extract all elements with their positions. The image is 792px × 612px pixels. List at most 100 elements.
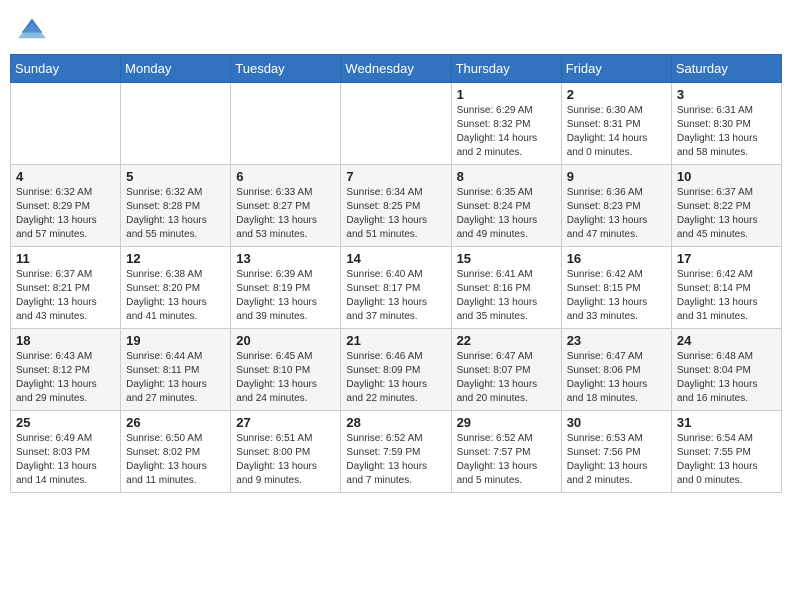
- day-number: 13: [236, 251, 335, 266]
- day-number: 31: [677, 415, 776, 430]
- calendar-week-row: 18 Sunrise: 6:43 AMSunset: 8:12 PMDayligh…: [11, 329, 782, 411]
- day-number: 26: [126, 415, 225, 430]
- calendar-week-row: 4Sunrise: 6:32 AMSunset: 8:29 PMDaylight…: [11, 165, 782, 247]
- day-info: Sunrise: 6:42 AMSunset: 8:14 PMDaylight:…: [677, 268, 776, 324]
- day-of-week-header: Tuesday: [231, 55, 341, 83]
- day-number: 2: [567, 87, 666, 102]
- day-number: 24: [677, 333, 776, 348]
- day-info: Sunrise: 6:49 AMSunset: 8:03 PMDaylight:…: [16, 432, 115, 488]
- day-info: Sunrise: 6:33 AMSunset: 8:27 PMDaylight:…: [236, 186, 335, 242]
- day-number: 25: [16, 415, 115, 430]
- day-info: Sunrise: 6:44 AMSunset: 8:11 PMDaylight:…: [126, 350, 225, 406]
- day-number: 30: [567, 415, 666, 430]
- page-header: [10, 10, 782, 46]
- calendar-cell: 2 Sunrise: 6:30 AMSunset: 8:31 PMDaylight…: [561, 83, 671, 165]
- calendar-header-row: SundayMondayTuesdayWednesdayThursdayFrid…: [11, 55, 782, 83]
- calendar-cell: 10Sunrise: 6:37 AMSunset: 8:22 PMDayligh…: [671, 165, 781, 247]
- calendar-cell: 14Sunrise: 6:40 AMSunset: 8:17 PMDayligh…: [341, 247, 451, 329]
- day-info: Sunrise: 6:43 AMSunset: 8:12 PMDaylight:…: [16, 350, 115, 406]
- day-number: 16: [567, 251, 666, 266]
- calendar-cell: 4Sunrise: 6:32 AMSunset: 8:29 PMDaylight…: [11, 165, 121, 247]
- day-number: 7: [346, 169, 445, 184]
- day-number: 21: [346, 333, 445, 348]
- day-number: 17: [677, 251, 776, 266]
- day-info: Sunrise: 6:46 AMSunset: 8:09 PMDaylight:…: [346, 350, 445, 406]
- day-of-week-header: Sunday: [11, 55, 121, 83]
- day-info: Sunrise: 6:34 AMSunset: 8:25 PMDaylight:…: [346, 186, 445, 242]
- day-info: Sunrise: 6:42 AMSunset: 8:15 PMDaylight:…: [567, 268, 666, 324]
- calendar-cell: 12 Sunrise: 6:38 AMSunset: 8:20 PMDayligh…: [121, 247, 231, 329]
- calendar-cell: 6 Sunrise: 6:33 AMSunset: 8:27 PMDaylight…: [231, 165, 341, 247]
- day-info: Sunrise: 6:53 AMSunset: 7:56 PMDaylight:…: [567, 432, 666, 488]
- day-info: Sunrise: 6:54 AMSunset: 7:55 PMDaylight:…: [677, 432, 776, 488]
- calendar-week-row: 25 Sunrise: 6:49 AMSunset: 8:03 PMDayligh…: [11, 411, 782, 493]
- day-number: 28: [346, 415, 445, 430]
- day-info: Sunrise: 6:45 AMSunset: 8:10 PMDaylight:…: [236, 350, 335, 406]
- calendar-cell: 11 Sunrise: 6:37 AMSunset: 8:21 PMDayligh…: [11, 247, 121, 329]
- calendar-cell: [11, 83, 121, 165]
- day-number: 11: [16, 251, 115, 266]
- calendar-cell: [121, 83, 231, 165]
- day-info: Sunrise: 6:48 AMSunset: 8:04 PMDaylight:…: [677, 350, 776, 406]
- day-of-week-header: Monday: [121, 55, 231, 83]
- day-info: Sunrise: 6:50 AMSunset: 8:02 PMDaylight:…: [126, 432, 225, 488]
- calendar-cell: [231, 83, 341, 165]
- calendar-cell: 25 Sunrise: 6:49 AMSunset: 8:03 PMDayligh…: [11, 411, 121, 493]
- day-of-week-header: Wednesday: [341, 55, 451, 83]
- calendar-cell: 7 Sunrise: 6:34 AMSunset: 8:25 PMDaylight…: [341, 165, 451, 247]
- day-info: Sunrise: 6:37 AMSunset: 8:21 PMDaylight:…: [16, 268, 115, 324]
- day-number: 12: [126, 251, 225, 266]
- calendar-cell: 26 Sunrise: 6:50 AMSunset: 8:02 PMDayligh…: [121, 411, 231, 493]
- day-info: Sunrise: 6:47 AMSunset: 8:06 PMDaylight:…: [567, 350, 666, 406]
- calendar-cell: 23Sunrise: 6:47 AMSunset: 8:06 PMDayligh…: [561, 329, 671, 411]
- calendar-cell: 21 Sunrise: 6:46 AMSunset: 8:09 PMDayligh…: [341, 329, 451, 411]
- calendar-cell: 22Sunrise: 6:47 AMSunset: 8:07 PMDayligh…: [451, 329, 561, 411]
- day-number: 5: [126, 169, 225, 184]
- calendar-cell: 5Sunrise: 6:32 AMSunset: 8:28 PMDaylight…: [121, 165, 231, 247]
- day-number: 3: [677, 87, 776, 102]
- day-number: 18: [16, 333, 115, 348]
- day-info: Sunrise: 6:30 AMSunset: 8:31 PMDaylight:…: [567, 104, 666, 160]
- calendar-week-row: 11 Sunrise: 6:37 AMSunset: 8:21 PMDayligh…: [11, 247, 782, 329]
- calendar-cell: 3 Sunrise: 6:31 AMSunset: 8:30 PMDaylight…: [671, 83, 781, 165]
- day-number: 1: [457, 87, 556, 102]
- calendar-cell: [341, 83, 451, 165]
- day-info: Sunrise: 6:52 AMSunset: 7:59 PMDaylight:…: [346, 432, 445, 488]
- day-of-week-header: Friday: [561, 55, 671, 83]
- calendar-cell: 28 Sunrise: 6:52 AMSunset: 7:59 PMDayligh…: [341, 411, 451, 493]
- calendar-cell: 18 Sunrise: 6:43 AMSunset: 8:12 PMDayligh…: [11, 329, 121, 411]
- day-number: 8: [457, 169, 556, 184]
- day-number: 4: [16, 169, 115, 184]
- day-number: 29: [457, 415, 556, 430]
- day-info: Sunrise: 6:31 AMSunset: 8:30 PMDaylight:…: [677, 104, 776, 160]
- day-number: 27: [236, 415, 335, 430]
- calendar-cell: 8 Sunrise: 6:35 AMSunset: 8:24 PMDaylight…: [451, 165, 561, 247]
- calendar-cell: 1 Sunrise: 6:29 AMSunset: 8:32 PMDaylight…: [451, 83, 561, 165]
- calendar-cell: 29 Sunrise: 6:52 AMSunset: 7:57 PMDayligh…: [451, 411, 561, 493]
- calendar-week-row: 1 Sunrise: 6:29 AMSunset: 8:32 PMDaylight…: [11, 83, 782, 165]
- day-number: 9: [567, 169, 666, 184]
- calendar-table: SundayMondayTuesdayWednesdayThursdayFrid…: [10, 54, 782, 493]
- calendar-cell: 13Sunrise: 6:39 AMSunset: 8:19 PMDayligh…: [231, 247, 341, 329]
- calendar-cell: 19Sunrise: 6:44 AMSunset: 8:11 PMDayligh…: [121, 329, 231, 411]
- calendar-cell: 17 Sunrise: 6:42 AMSunset: 8:14 PMDayligh…: [671, 247, 781, 329]
- calendar-cell: 30 Sunrise: 6:53 AMSunset: 7:56 PMDayligh…: [561, 411, 671, 493]
- day-info: Sunrise: 6:35 AMSunset: 8:24 PMDaylight:…: [457, 186, 556, 242]
- day-info: Sunrise: 6:29 AMSunset: 8:32 PMDaylight:…: [457, 104, 556, 160]
- calendar-cell: 15Sunrise: 6:41 AMSunset: 8:16 PMDayligh…: [451, 247, 561, 329]
- calendar-cell: 31 Sunrise: 6:54 AMSunset: 7:55 PMDayligh…: [671, 411, 781, 493]
- day-number: 6: [236, 169, 335, 184]
- day-info: Sunrise: 6:41 AMSunset: 8:16 PMDaylight:…: [457, 268, 556, 324]
- day-info: Sunrise: 6:51 AMSunset: 8:00 PMDaylight:…: [236, 432, 335, 488]
- day-number: 14: [346, 251, 445, 266]
- calendar-cell: 9Sunrise: 6:36 AMSunset: 8:23 PMDaylight…: [561, 165, 671, 247]
- day-info: Sunrise: 6:52 AMSunset: 7:57 PMDaylight:…: [457, 432, 556, 488]
- logo: [16, 14, 46, 42]
- logo-icon: [18, 14, 46, 42]
- calendar-cell: 16 Sunrise: 6:42 AMSunset: 8:15 PMDayligh…: [561, 247, 671, 329]
- day-info: Sunrise: 6:38 AMSunset: 8:20 PMDaylight:…: [126, 268, 225, 324]
- calendar-cell: 24 Sunrise: 6:48 AMSunset: 8:04 PMDayligh…: [671, 329, 781, 411]
- day-info: Sunrise: 6:37 AMSunset: 8:22 PMDaylight:…: [677, 186, 776, 242]
- calendar-cell: 20Sunrise: 6:45 AMSunset: 8:10 PMDayligh…: [231, 329, 341, 411]
- day-number: 22: [457, 333, 556, 348]
